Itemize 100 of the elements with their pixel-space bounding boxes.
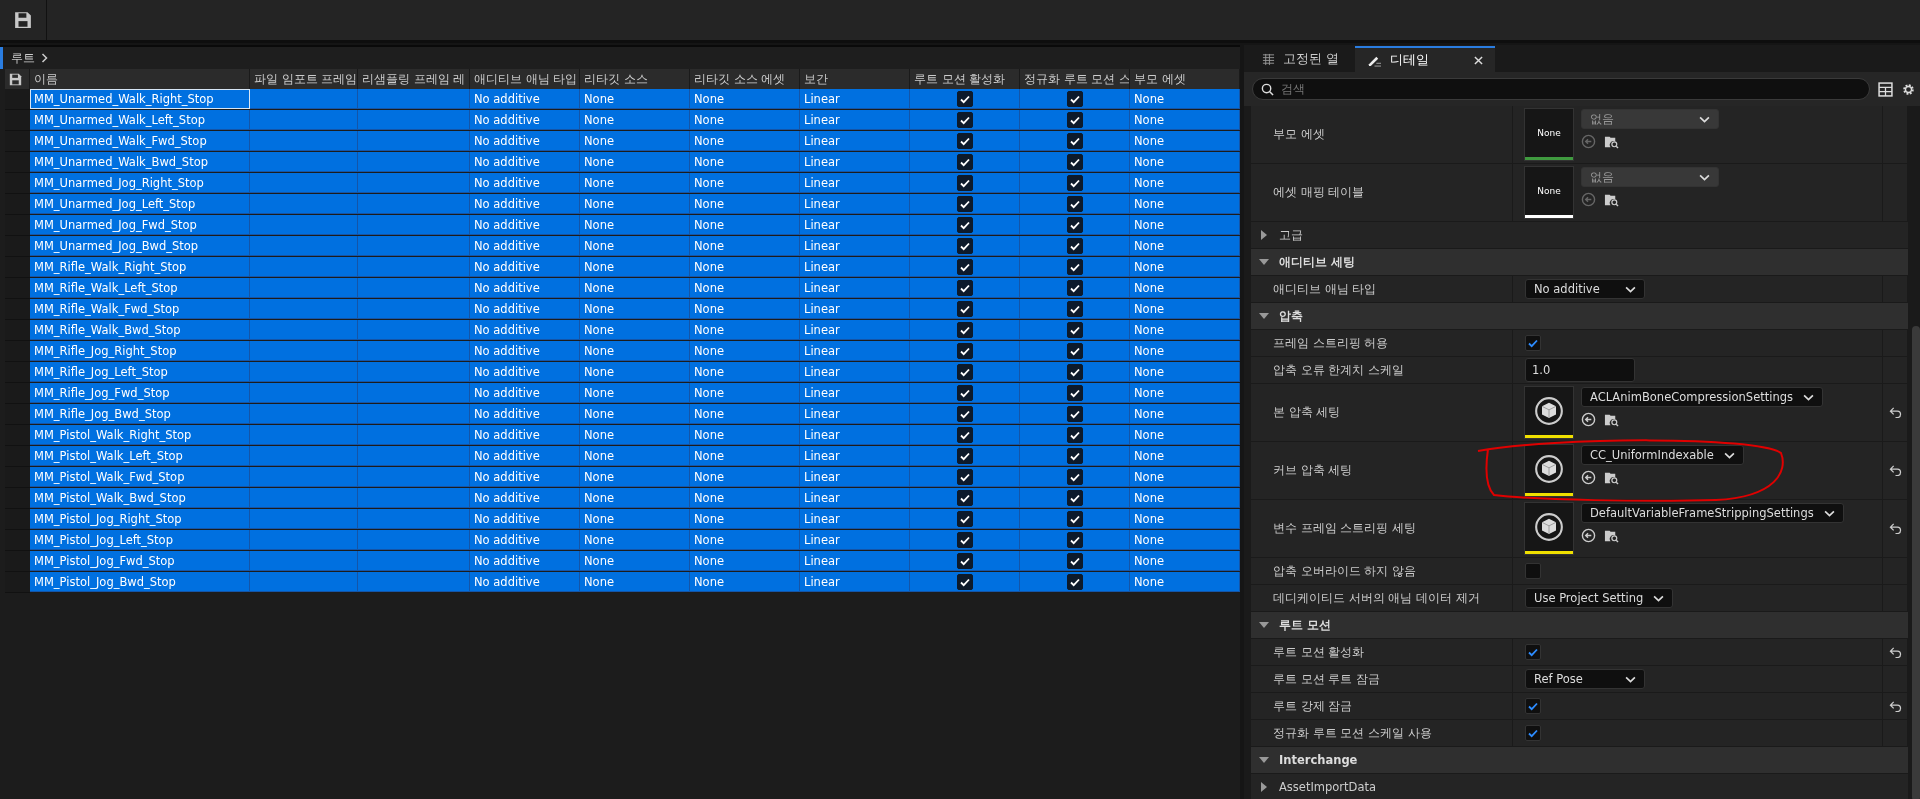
checkbox[interactable] bbox=[956, 237, 973, 254]
expand-arrow-icon[interactable] bbox=[1259, 782, 1269, 792]
checkbox[interactable] bbox=[1066, 531, 1083, 548]
checkbox[interactable] bbox=[1066, 300, 1083, 317]
panel-tab[interactable]: 디테일 bbox=[1355, 46, 1496, 72]
checkbox[interactable] bbox=[956, 132, 973, 149]
checkbox[interactable] bbox=[956, 363, 973, 380]
browse-folder-icon[interactable] bbox=[1604, 528, 1619, 543]
checkbox[interactable] bbox=[1066, 153, 1083, 170]
reset-arrow-icon[interactable] bbox=[1888, 523, 1902, 534]
table-cell[interactable]: MM_Rifle_Walk_Bwd_Stop bbox=[30, 320, 250, 340]
table-cell[interactable]: MM_Pistol_Jog_Bwd_Stop bbox=[30, 572, 250, 592]
asset-dropdown[interactable]: ACLAnimBoneCompressionSettings bbox=[1581, 387, 1823, 407]
checkbox[interactable] bbox=[956, 468, 973, 485]
checkbox[interactable] bbox=[1066, 237, 1083, 254]
collapse-arrow-icon[interactable] bbox=[1259, 257, 1269, 267]
browse-folder-icon[interactable] bbox=[1604, 412, 1619, 427]
category-header[interactable]: 루트 모션 bbox=[1279, 617, 1331, 633]
checkbox[interactable] bbox=[1066, 510, 1083, 527]
table-cell[interactable]: MM_Unarmed_Walk_Fwd_Stop bbox=[30, 131, 250, 151]
checkbox[interactable] bbox=[1525, 335, 1541, 351]
table-cell[interactable]: MM_Unarmed_Walk_Left_Stop bbox=[30, 110, 250, 130]
expand-arrow-icon[interactable] bbox=[1259, 230, 1269, 240]
table-cell[interactable]: MM_Unarmed_Walk_Right_Stop bbox=[30, 89, 250, 109]
checkbox[interactable] bbox=[1066, 132, 1083, 149]
checkbox[interactable] bbox=[1066, 279, 1083, 296]
checkbox[interactable] bbox=[1066, 195, 1083, 212]
category-header[interactable]: 애디티브 세팅 bbox=[1279, 254, 1355, 270]
table-cell[interactable]: MM_Unarmed_Jog_Fwd_Stop bbox=[30, 215, 250, 235]
checkbox[interactable] bbox=[1525, 698, 1541, 714]
checkbox[interactable] bbox=[956, 552, 973, 569]
checkbox[interactable] bbox=[956, 531, 973, 548]
column-header[interactable]: 루트 모션 활성화 bbox=[910, 69, 1020, 89]
column-header[interactable]: 리타깃 소스 bbox=[580, 69, 690, 89]
checkbox[interactable] bbox=[1066, 363, 1083, 380]
reset-arrow-icon[interactable] bbox=[1888, 465, 1902, 476]
checkbox[interactable] bbox=[1066, 468, 1083, 485]
checkbox[interactable] bbox=[1066, 426, 1083, 443]
asset-thumbnail[interactable] bbox=[1525, 445, 1573, 496]
table-cell[interactable]: MM_Rifle_Jog_Fwd_Stop bbox=[30, 383, 250, 403]
column-header[interactable]: 보간 bbox=[800, 69, 910, 89]
panel-tab[interactable]: 고정된 열 bbox=[1250, 46, 1352, 72]
asset-thumbnail[interactable] bbox=[1525, 387, 1573, 438]
table-cell[interactable]: MM_Unarmed_Jog_Left_Stop bbox=[30, 194, 250, 214]
table-cell[interactable]: MM_Rifle_Walk_Left_Stop bbox=[30, 278, 250, 298]
table-cell[interactable]: MM_Rifle_Walk_Fwd_Stop bbox=[30, 299, 250, 319]
table-cell[interactable]: MM_Unarmed_Jog_Bwd_Stop bbox=[30, 236, 250, 256]
checkbox[interactable] bbox=[956, 195, 973, 212]
reset-arrow-icon[interactable] bbox=[1888, 700, 1902, 712]
checkbox[interactable] bbox=[956, 426, 973, 443]
checkbox[interactable] bbox=[1066, 321, 1083, 338]
column-header[interactable]: 이름 bbox=[30, 69, 250, 89]
dropdown[interactable]: Ref Pose bbox=[1525, 669, 1645, 689]
reset-arrow-icon[interactable] bbox=[1888, 407, 1902, 418]
column-header[interactable]: 파일 임포트 프레임 bbox=[250, 69, 358, 89]
checkbox[interactable] bbox=[956, 153, 973, 170]
settings-icon[interactable] bbox=[1901, 81, 1916, 97]
checkbox[interactable] bbox=[1066, 405, 1083, 422]
checkbox[interactable] bbox=[1066, 174, 1083, 191]
table-cell[interactable]: MM_Pistol_Walk_Fwd_Stop bbox=[30, 467, 250, 487]
column-header[interactable]: 부모 에셋 bbox=[1130, 69, 1240, 89]
checkbox[interactable] bbox=[956, 279, 973, 296]
column-header[interactable]: 애디티브 애님 타입 bbox=[470, 69, 580, 89]
checkbox[interactable] bbox=[956, 300, 973, 317]
browse-folder-icon[interactable] bbox=[1604, 470, 1619, 485]
scrollbar[interactable] bbox=[1912, 326, 1920, 799]
checkbox[interactable] bbox=[1525, 725, 1541, 741]
asset-dropdown[interactable]: CC_UniformIndexable bbox=[1581, 445, 1744, 465]
table-cell[interactable]: MM_Pistol_Walk_Left_Stop bbox=[30, 446, 250, 466]
checkbox[interactable] bbox=[956, 258, 973, 275]
category-header[interactable]: AssetImportData bbox=[1279, 780, 1377, 794]
checkbox[interactable] bbox=[1066, 489, 1083, 506]
checkbox[interactable] bbox=[1066, 216, 1083, 233]
collapse-arrow-icon[interactable] bbox=[1259, 755, 1269, 765]
checkbox[interactable] bbox=[956, 447, 973, 464]
checkbox[interactable] bbox=[956, 489, 973, 506]
dropdown[interactable]: Use Project Setting bbox=[1525, 588, 1674, 608]
category-header[interactable]: 압축 bbox=[1279, 308, 1303, 324]
table-cell[interactable]: MM_Pistol_Jog_Fwd_Stop bbox=[30, 551, 250, 571]
table-cell[interactable]: MM_Pistol_Walk_Right_Stop bbox=[30, 425, 250, 445]
asset-thumbnail[interactable] bbox=[1525, 503, 1573, 554]
checkbox[interactable] bbox=[1066, 384, 1083, 401]
table-cell[interactable]: MM_Rifle_Jog_Bwd_Stop bbox=[30, 404, 250, 424]
table-cell[interactable]: MM_Rifle_Jog_Left_Stop bbox=[30, 362, 250, 382]
checkbox[interactable] bbox=[956, 216, 973, 233]
checkbox[interactable] bbox=[956, 111, 973, 128]
checkbox[interactable] bbox=[1525, 563, 1541, 579]
checkbox[interactable] bbox=[956, 174, 973, 191]
checkbox[interactable] bbox=[1066, 342, 1083, 359]
close-icon[interactable] bbox=[1474, 55, 1484, 65]
table-cell[interactable]: MM_Rifle_Walk_Right_Stop bbox=[30, 257, 250, 277]
reset-arrow-icon[interactable] bbox=[1888, 646, 1902, 658]
asset-dropdown[interactable]: DefaultVariableFrameStrippingSettings bbox=[1581, 503, 1844, 523]
checkbox[interactable] bbox=[1525, 644, 1541, 660]
checkbox[interactable] bbox=[1066, 447, 1083, 464]
save-icon[interactable] bbox=[9, 72, 22, 86]
table-cell[interactable]: MM_Pistol_Jog_Right_Stop bbox=[30, 509, 250, 529]
table-cell[interactable]: MM_Pistol_Walk_Bwd_Stop bbox=[30, 488, 250, 508]
checkbox[interactable] bbox=[956, 405, 973, 422]
save-icon[interactable] bbox=[14, 11, 32, 29]
